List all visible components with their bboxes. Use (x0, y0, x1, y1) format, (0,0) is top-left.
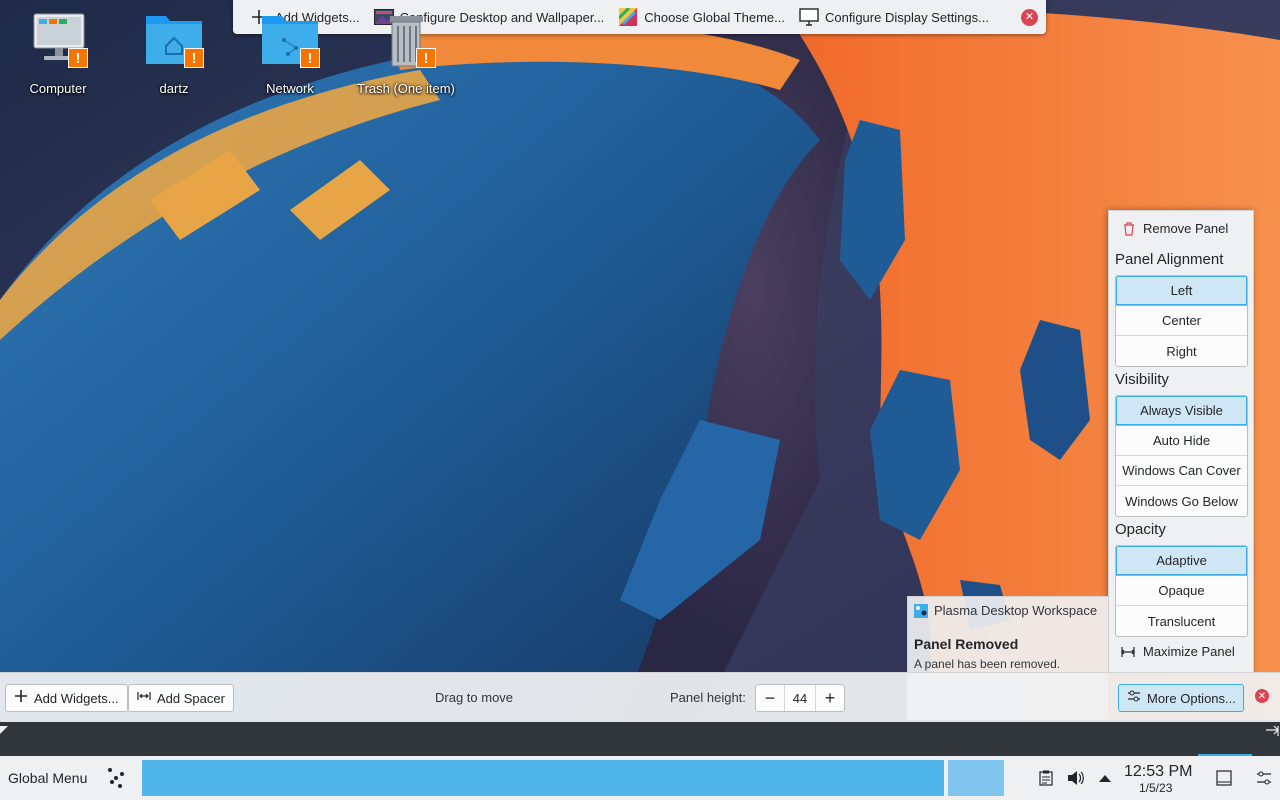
opacity-heading: Opacity (1115, 521, 1166, 538)
volume-icon[interactable] (1066, 768, 1086, 788)
notification-body: A panel has been removed. (914, 657, 1061, 671)
configure-display-button[interactable]: Configure Display Settings... (793, 3, 995, 31)
panel-height-label: Panel height: (670, 690, 746, 705)
panel-height-value[interactable]: 44 (784, 685, 816, 711)
close-panel-edit-icon[interactable]: ✕ (1255, 689, 1269, 703)
panel-alignment-heading: Panel Alignment (1115, 251, 1224, 268)
desktop-icon-network[interactable]: ! Network (232, 10, 348, 96)
desktop-icon-label: Trash (One item) (357, 81, 455, 96)
warning-badge-icon: ! (416, 48, 436, 68)
desktop-icon-label: dartz (159, 81, 189, 96)
show-desktop-icon[interactable] (1214, 768, 1234, 788)
visibility-windows-can-cover-button[interactable]: Windows Can Cover (1116, 456, 1247, 486)
decrement-button[interactable]: − (756, 685, 784, 711)
pager-icon[interactable] (104, 766, 128, 793)
visibility-heading: Visibility (1115, 371, 1169, 388)
alignment-left-button[interactable]: Left (1116, 276, 1247, 306)
panel-ruler[interactable] (0, 722, 1280, 756)
plasma-icon (914, 603, 928, 618)
desktop-icon-dartz[interactable]: ! dartz (116, 10, 232, 96)
more-options-button[interactable]: More Options... (1118, 684, 1244, 712)
desktop-icon-computer[interactable]: ! Computer (0, 10, 116, 96)
choose-global-theme-label: Choose Global Theme... (644, 9, 785, 25)
warning-badge-icon: ! (68, 48, 88, 68)
add-spacer-button[interactable]: Add Spacer (128, 684, 234, 712)
visibility-windows-go-below-button[interactable]: Windows Go Below (1116, 486, 1247, 516)
alignment-right-button[interactable]: Right (1116, 336, 1247, 366)
maximize-panel-label: Maximize Panel (1143, 644, 1235, 659)
maximize-panel-button[interactable]: Maximize Panel (1115, 644, 1247, 659)
tray-expand-icon[interactable] (1095, 768, 1115, 788)
panel-settings-icon[interactable] (1254, 768, 1274, 788)
remove-panel-button[interactable]: Remove Panel (1115, 221, 1247, 236)
global-menu[interactable]: Global Menu (8, 770, 87, 786)
desktop-icon-label: Computer (29, 81, 87, 96)
visibility-always-visible-button[interactable]: Always Visible (1116, 396, 1247, 426)
plus-icon (14, 689, 28, 707)
notification-title: Panel Removed (914, 636, 1019, 652)
opacity-group: Adaptive Opaque Translucent (1115, 545, 1248, 637)
clock-date[interactable]: 1/5/23 (1139, 781, 1172, 795)
panel-edit-toolbar: Add Widgets... Add Spacer Drag to move P… (0, 672, 1280, 722)
alignment-center-button[interactable]: Center (1116, 306, 1247, 336)
more-options-label: More Options... (1147, 690, 1236, 706)
theme-icon (618, 8, 638, 26)
warning-badge-icon: ! (184, 48, 204, 68)
notification-app-name: Plasma Desktop Workspace (934, 603, 1098, 618)
display-icon (799, 8, 819, 26)
warning-badge-icon: ! (300, 48, 320, 68)
spacer-icon (137, 690, 151, 706)
ruler-left-handle-icon[interactable] (0, 726, 8, 734)
opacity-adaptive-button[interactable]: Adaptive (1116, 546, 1247, 576)
desktop-icon-label: Network (266, 81, 314, 96)
task-manager-item[interactable] (948, 760, 1004, 796)
trash-icon (1123, 221, 1135, 236)
add-spacer-label: Add Spacer (157, 690, 225, 706)
close-toolbar-icon[interactable]: ✕ (1021, 8, 1038, 26)
maximize-icon (1121, 646, 1135, 658)
choose-global-theme-button[interactable]: Choose Global Theme... (612, 3, 791, 31)
panel-alignment-group: Left Center Right (1115, 275, 1248, 367)
opacity-translucent-button[interactable]: Translucent (1116, 606, 1247, 636)
panel-height-stepper[interactable]: − 44 + (755, 684, 845, 712)
panel-add-widgets-label: Add Widgets... (34, 690, 119, 706)
visibility-auto-hide-button[interactable]: Auto Hide (1116, 426, 1247, 456)
remove-panel-label: Remove Panel (1143, 221, 1229, 236)
increment-button[interactable]: + (816, 685, 844, 711)
opacity-opaque-button[interactable]: Opaque (1116, 576, 1247, 606)
panel-options-menu: Remove Panel Panel Alignment Left Center… (1108, 210, 1254, 672)
clock-time[interactable]: 12:53 PM (1124, 763, 1192, 781)
bottom-panel: Global Menu 12:53 PM 1/5/23 (0, 756, 1280, 800)
clipboard-icon[interactable] (1036, 768, 1056, 788)
desktop-icon-trash[interactable]: ! Trash (One item) (348, 10, 464, 96)
configure-display-label: Configure Display Settings... (824, 9, 989, 25)
drag-to-move-label[interactable]: Drag to move (435, 690, 513, 705)
visibility-group: Always Visible Auto Hide Windows Can Cov… (1115, 395, 1248, 517)
ruler-right-handle-icon[interactable] (1266, 725, 1279, 736)
settings-icon (1127, 689, 1141, 707)
panel-add-widgets-button[interactable]: Add Widgets... (5, 684, 128, 712)
notification-app-row: Plasma Desktop Workspace (914, 603, 1097, 618)
task-manager-area[interactable] (142, 760, 944, 796)
